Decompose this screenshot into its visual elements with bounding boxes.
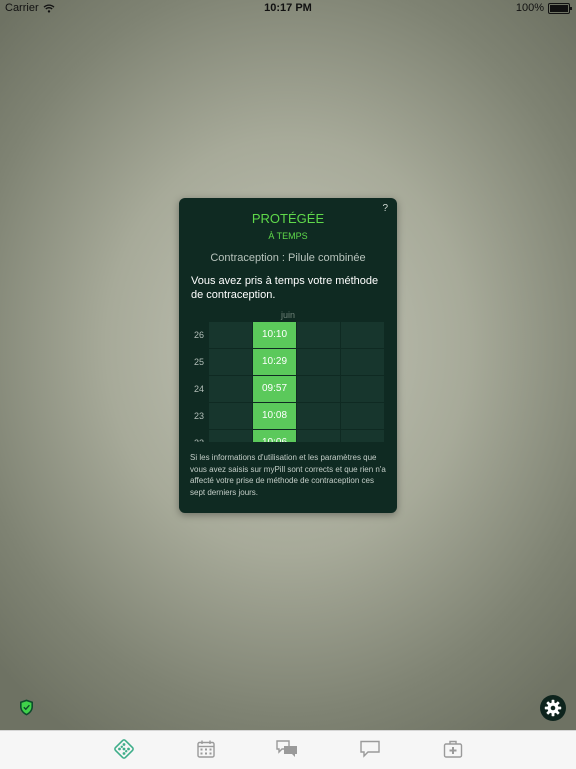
table-row: 26 10:10	[189, 322, 385, 348]
empty-cell	[297, 403, 340, 429]
empty-cell	[341, 376, 384, 402]
empty-cell	[209, 430, 252, 442]
status-message: Vous avez pris à temps votre méthode de …	[191, 275, 379, 301]
tab-bar	[0, 730, 576, 769]
empty-cell	[209, 376, 252, 402]
intake-time-cell[interactable]: 10:29	[253, 349, 296, 375]
day-label: 23	[193, 411, 204, 421]
table-row: 22 10:06	[189, 430, 385, 442]
protection-status-title: PROTÉGÉE	[251, 211, 325, 226]
intake-time-cell[interactable]: 10:08	[253, 403, 296, 429]
tab-health[interactable]	[441, 737, 465, 761]
empty-cell	[297, 349, 340, 375]
settings-gear-icon[interactable]	[540, 695, 566, 721]
status-bar: Carrier 10:17 PM 100%	[0, 0, 576, 17]
day-label: 24	[193, 384, 204, 394]
battery-icon	[548, 2, 572, 14]
empty-cell	[297, 376, 340, 402]
protection-status-card: ? PROTÉGÉE À TEMPS Contraception : Pilul…	[179, 198, 397, 513]
first-aid-kit-icon	[443, 740, 463, 758]
table-row: 24 09:57	[189, 376, 385, 402]
empty-cell	[209, 403, 252, 429]
status-right: 100%	[515, 2, 572, 14]
intake-time-cell[interactable]: 10:10	[253, 322, 296, 348]
shield-icon[interactable]	[19, 699, 34, 716]
table-row: 25 10:29	[189, 349, 385, 375]
empty-cell	[297, 430, 340, 442]
empty-cell	[209, 349, 252, 375]
table-row: 23 10:08	[189, 403, 385, 429]
intake-history-grid[interactable]: 26 10:10 25 10:29 24 09:57 23 10:08	[189, 322, 385, 442]
empty-cell	[209, 322, 252, 348]
empty-cell	[341, 349, 384, 375]
empty-cell	[341, 403, 384, 429]
contraception-method: Contraception : Pilule combinée	[210, 252, 366, 264]
tab-messages[interactable]	[358, 737, 382, 761]
empty-cell	[297, 322, 340, 348]
gear-icon	[544, 699, 562, 717]
month-label: juin	[280, 310, 295, 320]
calendar-icon	[197, 740, 215, 758]
tab-community[interactable]	[275, 737, 299, 761]
empty-cell	[341, 430, 384, 442]
status-time: 10:17 PM	[264, 2, 312, 14]
empty-cell	[341, 322, 384, 348]
speech-bubble-icon	[360, 740, 380, 758]
chat-bubbles-icon	[276, 740, 297, 757]
protection-status-subtitle: À TEMPS	[268, 231, 308, 241]
disclaimer-note: Si les informations d'utilisation et les…	[190, 453, 386, 497]
intake-time-cell[interactable]: 10:06	[253, 430, 296, 442]
tab-pill-pack[interactable]	[112, 737, 136, 761]
day-label: 26	[193, 330, 204, 340]
pill-pack-icon	[114, 739, 134, 759]
day-label: 22	[189, 430, 209, 442]
tab-calendar[interactable]	[194, 737, 218, 761]
day-label: 25	[193, 357, 204, 367]
battery-percent: 100%	[515, 2, 544, 14]
intake-time-cell[interactable]: 09:57	[253, 376, 296, 402]
